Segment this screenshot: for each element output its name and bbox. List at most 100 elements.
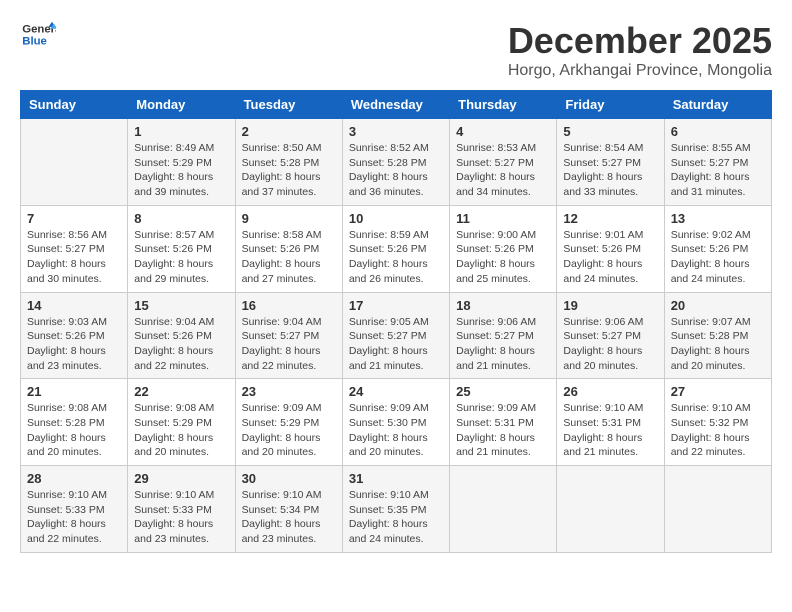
day-number: 2 <box>242 124 336 139</box>
calendar-cell: 2 Sunrise: 8:50 AMSunset: 5:28 PMDaylight… <box>235 119 342 206</box>
cell-sun-info: Sunrise: 9:10 AMSunset: 5:33 PMDaylight:… <box>134 488 228 547</box>
week-row-3: 14 Sunrise: 9:03 AMSunset: 5:26 PMDayligh… <box>21 292 772 379</box>
cell-sun-info: Sunrise: 9:10 AMSunset: 5:33 PMDaylight:… <box>27 488 121 547</box>
calendar-cell: 8 Sunrise: 8:57 AMSunset: 5:26 PMDaylight… <box>128 205 235 292</box>
day-number: 22 <box>134 384 228 399</box>
day-number: 1 <box>134 124 228 139</box>
cell-sun-info: Sunrise: 9:09 AMSunset: 5:29 PMDaylight:… <box>242 401 336 460</box>
cell-sun-info: Sunrise: 9:05 AMSunset: 5:27 PMDaylight:… <box>349 315 443 374</box>
day-number: 19 <box>563 298 657 313</box>
cell-sun-info: Sunrise: 8:53 AMSunset: 5:27 PMDaylight:… <box>456 141 550 200</box>
calendar-cell: 24Sunrise: 9:09 AMSunset: 5:30 PMDayligh… <box>342 379 449 466</box>
cell-sun-info: Sunrise: 9:09 AMSunset: 5:31 PMDaylight:… <box>456 401 550 460</box>
cell-sun-info: Sunrise: 9:10 AMSunset: 5:35 PMDaylight:… <box>349 488 443 547</box>
weekday-header-monday: Monday <box>128 91 235 119</box>
calendar-cell: 9 Sunrise: 8:58 AMSunset: 5:26 PMDaylight… <box>235 205 342 292</box>
cell-sun-info: Sunrise: 9:10 AMSunset: 5:32 PMDaylight:… <box>671 401 765 460</box>
calendar-cell: 29 Sunrise: 9:10 AMSunset: 5:33 PMDayligh… <box>128 466 235 553</box>
day-number: 4 <box>456 124 550 139</box>
calendar-cell: 3 Sunrise: 8:52 AMSunset: 5:28 PMDaylight… <box>342 119 449 206</box>
calendar-cell: 22 Sunrise: 9:08 AMSunset: 5:29 PMDayligh… <box>128 379 235 466</box>
day-number: 12 <box>563 211 657 226</box>
day-number: 25 <box>456 384 550 399</box>
cell-sun-info: Sunrise: 9:10 AMSunset: 5:34 PMDaylight:… <box>242 488 336 547</box>
logo-icon: General Blue <box>20 20 56 48</box>
cell-sun-info: Sunrise: 8:49 AMSunset: 5:29 PMDaylight:… <box>134 141 228 200</box>
weekday-header-wednesday: Wednesday <box>342 91 449 119</box>
title-section: December 2025 Horgo, Arkhangai Province,… <box>508 20 772 80</box>
day-number: 13 <box>671 211 765 226</box>
day-number: 8 <box>134 211 228 226</box>
calendar-cell: 17 Sunrise: 9:05 AMSunset: 5:27 PMDayligh… <box>342 292 449 379</box>
day-number: 10 <box>349 211 443 226</box>
calendar-cell <box>557 466 664 553</box>
cell-sun-info: Sunrise: 9:02 AMSunset: 5:26 PMDaylight:… <box>671 228 765 287</box>
cell-sun-info: Sunrise: 8:57 AMSunset: 5:26 PMDaylight:… <box>134 228 228 287</box>
day-number: 5 <box>563 124 657 139</box>
cell-sun-info: Sunrise: 8:55 AMSunset: 5:27 PMDaylight:… <box>671 141 765 200</box>
cell-sun-info: Sunrise: 8:50 AMSunset: 5:28 PMDaylight:… <box>242 141 336 200</box>
cell-sun-info: Sunrise: 9:08 AMSunset: 5:29 PMDaylight:… <box>134 401 228 460</box>
calendar-cell: 14 Sunrise: 9:03 AMSunset: 5:26 PMDayligh… <box>21 292 128 379</box>
calendar-table: SundayMondayTuesdayWednesdayThursdayFrid… <box>20 90 772 553</box>
week-row-1: 1 Sunrise: 8:49 AMSunset: 5:29 PMDaylight… <box>21 119 772 206</box>
day-number: 21 <box>27 384 121 399</box>
cell-sun-info: Sunrise: 9:10 AMSunset: 5:31 PMDaylight:… <box>563 401 657 460</box>
calendar-cell: 5 Sunrise: 8:54 AMSunset: 5:27 PMDaylight… <box>557 119 664 206</box>
cell-sun-info: Sunrise: 9:09 AMSunset: 5:30 PMDaylight:… <box>349 401 443 460</box>
calendar-cell: 28 Sunrise: 9:10 AMSunset: 5:33 PMDayligh… <box>21 466 128 553</box>
day-number: 27 <box>671 384 765 399</box>
weekday-header-tuesday: Tuesday <box>235 91 342 119</box>
calendar-cell <box>450 466 557 553</box>
calendar-cell: 18 Sunrise: 9:06 AMSunset: 5:27 PMDayligh… <box>450 292 557 379</box>
week-row-5: 28 Sunrise: 9:10 AMSunset: 5:33 PMDayligh… <box>21 466 772 553</box>
day-number: 28 <box>27 471 121 486</box>
cell-sun-info: Sunrise: 9:08 AMSunset: 5:28 PMDaylight:… <box>27 401 121 460</box>
weekday-header-row: SundayMondayTuesdayWednesdayThursdayFrid… <box>21 91 772 119</box>
calendar-cell: 16 Sunrise: 9:04 AMSunset: 5:27 PMDayligh… <box>235 292 342 379</box>
day-number: 6 <box>671 124 765 139</box>
calendar-cell: 19 Sunrise: 9:06 AMSunset: 5:27 PMDayligh… <box>557 292 664 379</box>
cell-sun-info: Sunrise: 9:07 AMSunset: 5:28 PMDaylight:… <box>671 315 765 374</box>
day-number: 29 <box>134 471 228 486</box>
weekday-header-saturday: Saturday <box>664 91 771 119</box>
cell-sun-info: Sunrise: 9:03 AMSunset: 5:26 PMDaylight:… <box>27 315 121 374</box>
calendar-cell: 20 Sunrise: 9:07 AMSunset: 5:28 PMDayligh… <box>664 292 771 379</box>
day-number: 26 <box>563 384 657 399</box>
day-number: 20 <box>671 298 765 313</box>
day-number: 30 <box>242 471 336 486</box>
weekday-header-friday: Friday <box>557 91 664 119</box>
calendar-cell: 25 Sunrise: 9:09 AMSunset: 5:31 PMDayligh… <box>450 379 557 466</box>
cell-sun-info: Sunrise: 8:52 AMSunset: 5:28 PMDaylight:… <box>349 141 443 200</box>
cell-sun-info: Sunrise: 9:04 AMSunset: 5:26 PMDaylight:… <box>134 315 228 374</box>
calendar-title: December 2025 <box>508 20 772 62</box>
weekday-header-sunday: Sunday <box>21 91 128 119</box>
day-number: 31 <box>349 471 443 486</box>
cell-sun-info: Sunrise: 9:04 AMSunset: 5:27 PMDaylight:… <box>242 315 336 374</box>
calendar-cell: 26 Sunrise: 9:10 AMSunset: 5:31 PMDayligh… <box>557 379 664 466</box>
calendar-cell: 13 Sunrise: 9:02 AMSunset: 5:26 PMDayligh… <box>664 205 771 292</box>
calendar-cell: 23Sunrise: 9:09 AMSunset: 5:29 PMDayligh… <box>235 379 342 466</box>
day-number: 3 <box>349 124 443 139</box>
day-number: 16 <box>242 298 336 313</box>
cell-sun-info: Sunrise: 9:06 AMSunset: 5:27 PMDaylight:… <box>563 315 657 374</box>
calendar-cell <box>21 119 128 206</box>
day-number: 17 <box>349 298 443 313</box>
page-header: General Blue December 2025 Horgo, Arkhan… <box>20 20 772 80</box>
calendar-cell: 15Sunrise: 9:04 AMSunset: 5:26 PMDayligh… <box>128 292 235 379</box>
cell-sun-info: Sunrise: 8:58 AMSunset: 5:26 PMDaylight:… <box>242 228 336 287</box>
day-number: 14 <box>27 298 121 313</box>
calendar-cell: 10Sunrise: 8:59 AMSunset: 5:26 PMDayligh… <box>342 205 449 292</box>
calendar-cell <box>664 466 771 553</box>
cell-sun-info: Sunrise: 9:00 AMSunset: 5:26 PMDaylight:… <box>456 228 550 287</box>
cell-sun-info: Sunrise: 9:06 AMSunset: 5:27 PMDaylight:… <box>456 315 550 374</box>
day-number: 9 <box>242 211 336 226</box>
day-number: 18 <box>456 298 550 313</box>
cell-sun-info: Sunrise: 9:01 AMSunset: 5:26 PMDaylight:… <box>563 228 657 287</box>
cell-sun-info: Sunrise: 8:54 AMSunset: 5:27 PMDaylight:… <box>563 141 657 200</box>
calendar-cell: 4 Sunrise: 8:53 AMSunset: 5:27 PMDaylight… <box>450 119 557 206</box>
logo: General Blue <box>20 20 56 48</box>
calendar-cell: 7Sunrise: 8:56 AMSunset: 5:27 PMDaylight… <box>21 205 128 292</box>
calendar-cell: 1 Sunrise: 8:49 AMSunset: 5:29 PMDaylight… <box>128 119 235 206</box>
calendar-cell: 6 Sunrise: 8:55 AMSunset: 5:27 PMDaylight… <box>664 119 771 206</box>
